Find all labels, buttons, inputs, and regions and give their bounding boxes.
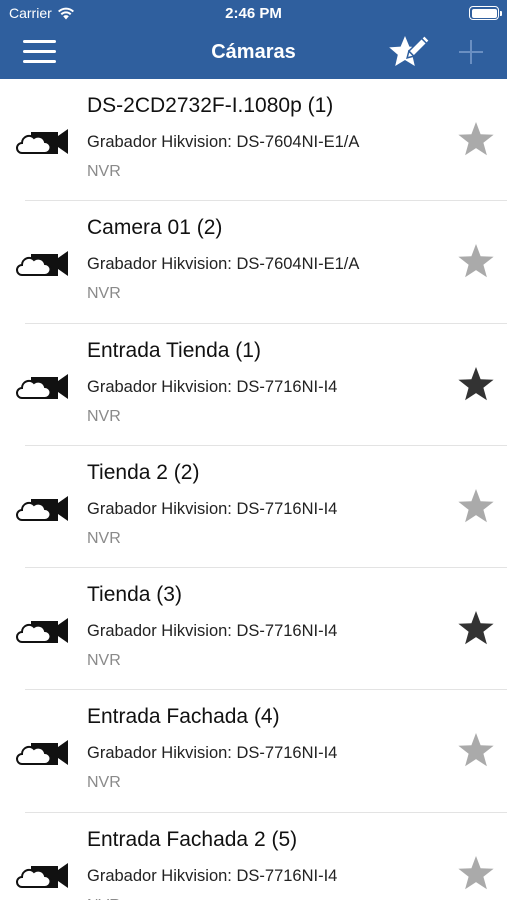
status-time: 2:46 PM — [225, 5, 282, 22]
camera-device: Grabador Hikvision: DS-7604NI-E1/A — [87, 133, 360, 151]
star-icon[interactable] — [455, 119, 497, 161]
camera-row[interactable]: Entrada Fachada (4) Grabador Hikvision: … — [0, 690, 507, 814]
camera-row[interactable]: Tienda (3) Grabador Hikvision: DS-7716NI… — [0, 568, 507, 691]
camera-type: NVR — [87, 652, 121, 670]
camera-name: Entrada Fachada 2 (5) — [87, 827, 298, 851]
star-pencil-icon[interactable] — [387, 32, 429, 72]
camera-device: Grabador Hikvision: DS-7716NI-I4 — [87, 377, 338, 396]
cloud-camera-icon — [16, 251, 68, 277]
star-icon[interactable] — [455, 853, 497, 895]
camera-row[interactable]: Entrada Tienda (1) Grabador Hikvision: D… — [0, 324, 507, 447]
cloud-camera-icon — [16, 129, 68, 154]
camera-type: NVR — [87, 529, 121, 547]
camera-row[interactable]: Tienda 2 (2) Grabador Hikvision: DS-7716… — [0, 446, 507, 569]
star-icon[interactable] — [455, 364, 497, 406]
cloud-camera-icon — [16, 618, 68, 644]
star-icon[interactable] — [455, 486, 497, 528]
camera-type: NVR — [87, 774, 121, 792]
status-bar: Carrier 2:46 PM — [0, 0, 507, 28]
camera-row[interactable]: DS-2CD2732F-I.1080p (1) Grabador Hikvisi… — [0, 79, 507, 202]
star-icon[interactable] — [455, 241, 497, 283]
navigation-bar: Cámaras — [0, 28, 507, 79]
camera-type: NVR — [87, 285, 121, 303]
camera-type: NVR — [87, 163, 121, 180]
cloud-camera-icon — [16, 495, 68, 521]
camera-name: Tienda 2 (2) — [87, 460, 200, 484]
star-icon[interactable] — [455, 730, 497, 772]
camera-name: Camera 01 (2) — [87, 216, 223, 240]
cloud-camera-icon — [16, 373, 68, 399]
camera-type: NVR — [87, 407, 121, 425]
camera-device: Grabador Hikvision: DS-7716NI-I4 — [87, 499, 338, 518]
camera-name: Entrada Fachada (4) — [87, 705, 280, 729]
cloud-camera-icon — [16, 862, 68, 888]
camera-name: Tienda (3) — [87, 583, 182, 607]
battery-icon — [469, 6, 502, 20]
camera-name: DS-2CD2732F-I.1080p (1) — [87, 94, 334, 117]
cloud-camera-icon — [16, 740, 68, 766]
camera-device: Grabador Hikvision: DS-7716NI-I4 — [87, 744, 338, 763]
camera-row[interactable]: Camera 01 (2) Grabador Hikvision: DS-760… — [0, 201, 507, 324]
page-title: Cámaras — [211, 41, 296, 63]
camera-device: Grabador Hikvision: DS-7716NI-I4 — [87, 866, 338, 885]
camera-device: Grabador Hikvision: DS-7604NI-E1/A — [87, 255, 360, 274]
add-camera-button[interactable] — [457, 38, 485, 66]
camera-name: Entrada Tienda (1) — [87, 338, 261, 362]
camera-row[interactable]: Entrada Fachada 2 (5) Grabador Hikvision… — [0, 813, 507, 900]
star-icon[interactable] — [455, 608, 497, 650]
camera-device: Grabador Hikvision: DS-7716NI-I4 — [87, 622, 338, 641]
camera-list: DS-2CD2732F-I.1080p (1) Grabador Hikvisi… — [0, 79, 507, 900]
